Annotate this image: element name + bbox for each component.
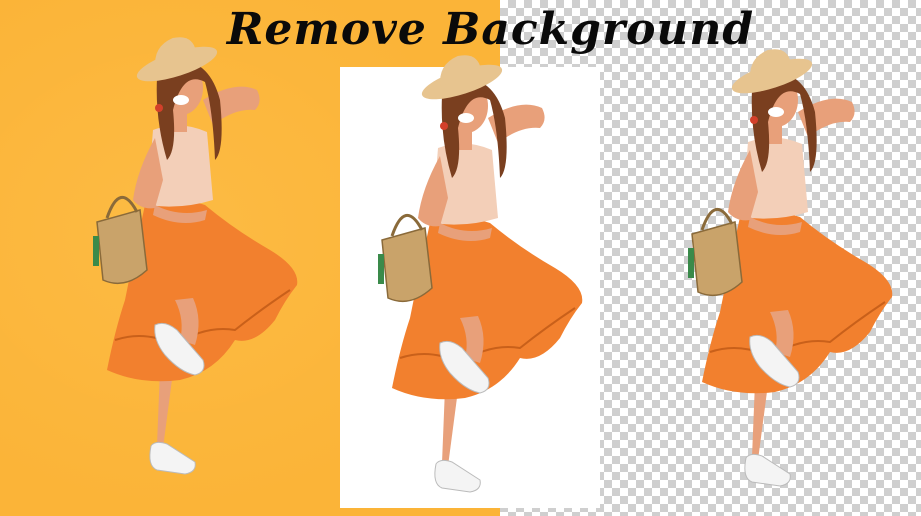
woven-basket [691, 221, 743, 297]
back-shoe [149, 441, 196, 475]
earring [750, 116, 758, 124]
back-leg [442, 388, 458, 466]
woman-figure-original [93, 37, 298, 475]
earring [440, 122, 448, 130]
woven-basket [96, 209, 148, 285]
page-title: Remove Background [226, 4, 755, 55]
woven-basket [381, 227, 433, 303]
basket-tassel [688, 248, 694, 278]
basket-tassel [378, 254, 384, 284]
back-leg [752, 382, 768, 460]
smile [768, 107, 784, 117]
back-leg [157, 370, 173, 448]
back-shoe [434, 459, 481, 493]
basket-tassel [93, 236, 99, 266]
woman-figure-transparent-bg [688, 49, 893, 487]
woman-figure-white-bg [378, 55, 583, 493]
smile [173, 95, 189, 105]
comparison-stage: Remove Background [0, 0, 921, 516]
earring [155, 104, 163, 112]
smile [458, 113, 474, 123]
back-shoe [744, 453, 791, 487]
